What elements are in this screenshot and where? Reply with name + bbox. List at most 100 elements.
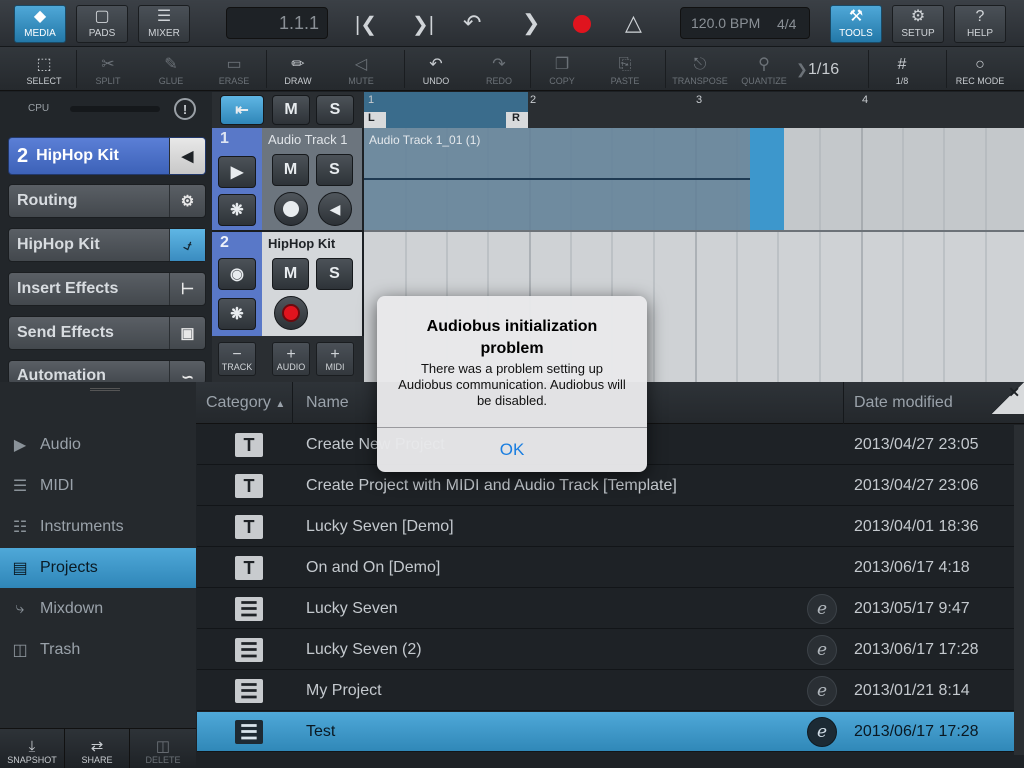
- send-effects-button[interactable]: Send Effects ▣: [8, 316, 206, 350]
- redo-button[interactable]: ↷ REDO: [469, 51, 529, 89]
- file-row[interactable]: ☰ Lucky Seven e 2013/05/17 9:47: [197, 589, 1014, 629]
- ok-button[interactable]: OK: [377, 428, 647, 472]
- track-header-1[interactable]: 1 Audio Track 1 ▶ M S ❋ ◀: [212, 128, 362, 230]
- media-button[interactable]: ◆ MEDIA: [14, 5, 66, 43]
- settings-icon[interactable]: ❋: [218, 298, 256, 330]
- edit-icon[interactable]: e: [807, 594, 837, 624]
- skip-end-icon[interactable]: ❯|: [412, 12, 434, 37]
- select-button[interactable]: ⬚ SELECT: [14, 51, 74, 89]
- solo-button[interactable]: S: [316, 258, 353, 290]
- routing-button[interactable]: Routing ⚙: [8, 184, 206, 218]
- play-icon[interactable]: ❯: [522, 10, 540, 36]
- play-icon[interactable]: ▶: [218, 156, 256, 188]
- instrument-button[interactable]: HipHop Kit ⍻: [8, 228, 206, 262]
- record-icon[interactable]: [573, 15, 591, 33]
- edit-icon[interactable]: e: [807, 676, 837, 706]
- snapshot-button[interactable]: ⤓ SNAPSHOT: [0, 728, 65, 768]
- draw-button[interactable]: ✏ DRAW: [268, 51, 328, 89]
- timeline-ruler[interactable]: 1 2 3 4 L R: [364, 92, 1024, 128]
- pads-button[interactable]: ▢ PADS: [76, 5, 128, 43]
- undo-button[interactable]: ↶ UNDO: [406, 51, 466, 89]
- setup-button[interactable]: ⚙ SETUP: [892, 5, 944, 43]
- transpose-button[interactable]: ⎋ TRANSPOSE: [668, 51, 732, 89]
- record-arm-icon: [283, 201, 299, 217]
- audio-clip[interactable]: Audio Track 1_01 (1): [364, 128, 784, 230]
- edit-icon[interactable]: e: [807, 717, 837, 747]
- track-header-2[interactable]: 2 HipHop Kit ◉ M S ❋: [212, 232, 362, 336]
- loop-right-locator[interactable]: R: [506, 112, 528, 128]
- quantize-button[interactable]: ⚲ QUANTIZE: [734, 51, 794, 89]
- tempo-display[interactable]: 120.0 BPM 4/4: [680, 7, 810, 39]
- drum-icon[interactable]: ◉: [218, 258, 256, 290]
- file-row[interactable]: T On and On [Demo] 2013/06/17 4:18: [197, 548, 1014, 588]
- mute-button[interactable]: M: [272, 154, 309, 186]
- mixer-button[interactable]: ☰ MIXER: [138, 5, 190, 43]
- file-row[interactable]: ☰ My Project e 2013/01/21 8:14: [197, 671, 1014, 711]
- file-row[interactable]: ☰ Lucky Seven (2) e 2013/06/17 17:28: [197, 630, 1014, 670]
- add-midi-track-button[interactable]: + MIDI: [316, 342, 354, 376]
- loop-region[interactable]: [364, 92, 528, 128]
- select-icon: ⬚: [36, 56, 52, 73]
- category-audio[interactable]: ▶ Audio: [0, 425, 196, 465]
- paste-button[interactable]: ⎘ PASTE: [595, 51, 655, 89]
- category-column-header[interactable]: Category ▲: [206, 394, 285, 412]
- glue-button[interactable]: ✎ GLUE: [141, 51, 201, 89]
- category-trash[interactable]: ◫ Trash: [0, 630, 196, 670]
- sort-up-icon: ▲: [275, 399, 286, 410]
- resize-handle[interactable]: [90, 388, 120, 391]
- global-mute-button[interactable]: M: [272, 95, 310, 125]
- remove-track-button[interactable]: − TRACK: [218, 342, 256, 376]
- rec-mode-button[interactable]: ○ REC MODE: [950, 51, 1010, 89]
- waveform: [364, 178, 750, 180]
- tools-button[interactable]: ⚒ TOOLS: [830, 5, 882, 43]
- skip-start-icon[interactable]: |❮: [355, 12, 377, 37]
- warning-icon[interactable]: !: [174, 98, 196, 120]
- metronome-icon[interactable]: △: [625, 10, 642, 36]
- copy-button[interactable]: ❐ COPY: [532, 51, 592, 89]
- category-instruments[interactable]: ☷ Instruments: [0, 507, 196, 547]
- mute-button[interactable]: M: [272, 258, 309, 290]
- help-button[interactable]: ? HELP: [954, 5, 1006, 43]
- select-label: SELECT: [26, 76, 62, 86]
- erase-button[interactable]: ▭ ERASE: [204, 51, 264, 89]
- record-arm-button[interactable]: [274, 192, 308, 226]
- loop-left-locator[interactable]: L: [364, 112, 386, 128]
- date-column-header[interactable]: Date modified: [854, 394, 953, 412]
- scrollbar[interactable]: [1014, 425, 1024, 755]
- mute-button[interactable]: ◁ MUTE: [331, 51, 391, 89]
- monitor-icon[interactable]: ◀: [318, 192, 352, 226]
- insert-effects-button[interactable]: Insert Effects ⊢: [8, 272, 206, 306]
- template-icon: T: [235, 515, 263, 539]
- delete-button[interactable]: ◫ DELETE: [130, 728, 196, 768]
- automation-button[interactable]: Automation ∽: [8, 360, 206, 384]
- category-midi[interactable]: ☰ MIDI: [0, 466, 196, 506]
- close-browser-button[interactable]: ✕: [992, 382, 1024, 414]
- selected-track-button[interactable]: 2 HipHop Kit ◀: [8, 137, 206, 175]
- caret-left-icon[interactable]: ◀: [169, 138, 205, 174]
- grid-button[interactable]: #1/8: [872, 51, 932, 89]
- file-row-selected[interactable]: ☰ Test e 2013/06/17 17:28: [197, 712, 1014, 752]
- category-mixdown[interactable]: ⤷ Mixdown: [0, 589, 196, 629]
- record-arm-button[interactable]: [274, 296, 308, 330]
- settings-icon[interactable]: ❋: [218, 194, 256, 226]
- global-solo-button[interactable]: S: [316, 95, 354, 125]
- loop-icon[interactable]: ↶: [463, 10, 481, 36]
- add-audio-track-button[interactable]: + AUDIO: [272, 342, 310, 376]
- inspector-panel: CPU ! 2 HipHop Kit ◀ Routing ⚙ HipHop Ki…: [0, 92, 212, 384]
- edit-icon[interactable]: e: [807, 635, 837, 665]
- name-column-header[interactable]: Name: [306, 394, 349, 412]
- solo-button[interactable]: S: [316, 154, 353, 186]
- quantize-value[interactable]: 1/16: [808, 61, 839, 79]
- insert-icon: ⊢: [169, 273, 205, 305]
- fit-tracks-icon[interactable]: ⇤: [220, 95, 264, 125]
- split-button[interactable]: ✂ SPLIT: [78, 51, 138, 89]
- position-display[interactable]: 1.1.1: [226, 7, 328, 39]
- file-row[interactable]: T Lucky Seven [Demo] 2013/04/01 18:36: [197, 507, 1014, 547]
- close-icon: ✕: [1008, 384, 1020, 400]
- share-button[interactable]: ⇄ SHARE: [65, 728, 130, 768]
- selected-track-name: HipHop Kit: [36, 147, 119, 164]
- record-armed-icon: [282, 304, 300, 322]
- divider: [76, 50, 77, 88]
- category-projects[interactable]: ▤ Projects: [0, 548, 196, 588]
- file-row[interactable]: T Create Project with MIDI and Audio Trac…: [197, 466, 1014, 506]
